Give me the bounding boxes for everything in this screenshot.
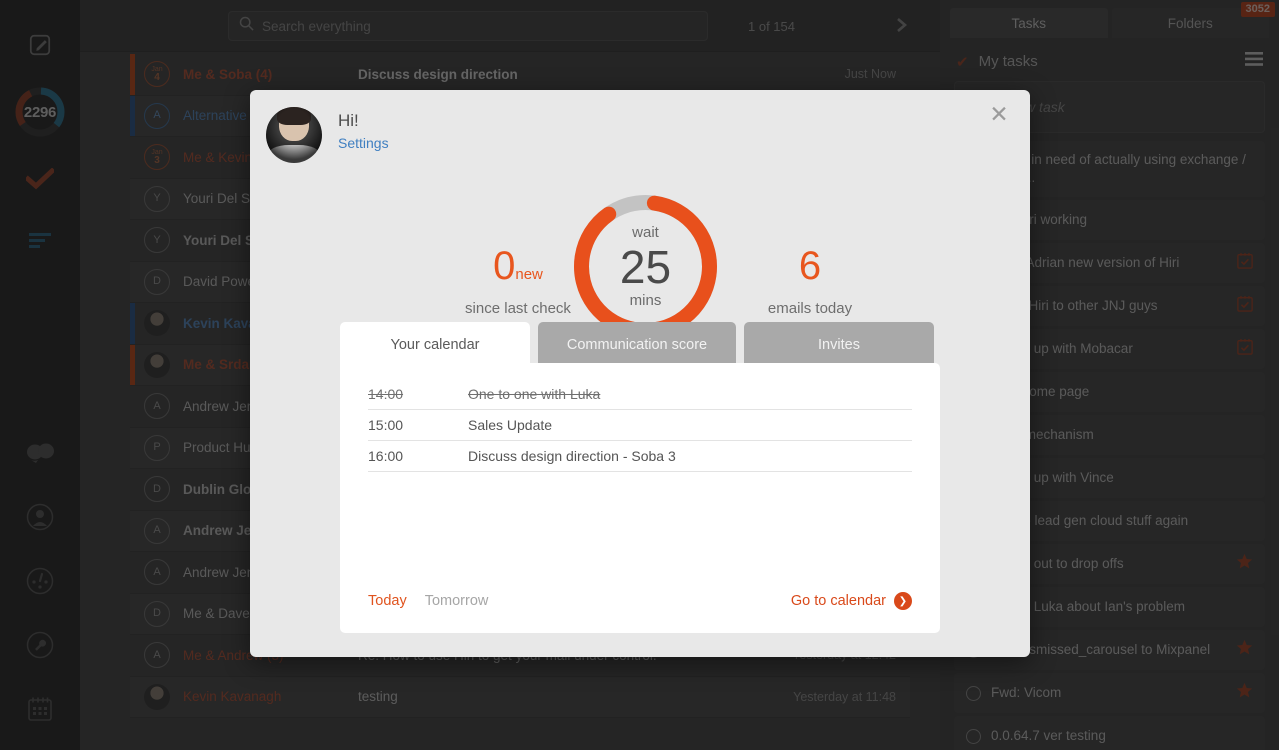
- modal-tabstrip: Your calendar Communication score Invite…: [340, 322, 934, 368]
- new-suffix: new: [515, 266, 543, 283]
- dashboard-modal: ✕ Hi! Settings 0new since last check wai…: [250, 90, 1030, 657]
- today-button[interactable]: Today: [368, 593, 407, 609]
- tab-your-calendar-label: Your calendar: [390, 337, 480, 353]
- donut-value: 25: [619, 241, 672, 294]
- event-time: 14:00: [368, 386, 404, 402]
- emails-caption: emails today: [767, 300, 853, 317]
- donut-top-label: wait: [632, 224, 659, 242]
- close-icon[interactable]: ✕: [984, 99, 1014, 129]
- chevron-right-icon: ❯: [894, 592, 912, 610]
- tab-invites[interactable]: Invites: [744, 322, 934, 368]
- event-name: Discuss design direction - Soba 3: [468, 448, 676, 464]
- calendar-panel: 14:00 One to one with Luka 15:00 Sales Upda…: [340, 363, 940, 633]
- go-to-calendar-label: Go to calendar: [790, 593, 886, 609]
- go-to-calendar-button[interactable]: Go to calendar ❯: [791, 592, 912, 610]
- calendar-footer: Today Tomorrow Go to calendar ❯: [340, 569, 940, 633]
- calendar-event-row[interactable]: 14:00 One to one with Luka: [368, 379, 912, 410]
- avatar: [266, 107, 322, 163]
- greeting-block: Hi! Settings: [266, 107, 389, 163]
- tab-communication-score-label: Communication score: [566, 337, 708, 353]
- new-count: 0: [493, 244, 516, 288]
- event-name: One to one with Luka: [468, 386, 601, 402]
- emails-count: 6: [798, 244, 822, 288]
- tab-your-calendar[interactable]: Your calendar: [340, 322, 530, 368]
- settings-link[interactable]: Settings: [338, 135, 389, 151]
- event-name: Sales Update: [468, 417, 553, 433]
- tab-communication-score[interactable]: Communication score: [538, 322, 736, 368]
- wait-time-donut-chart: wait 25 mins: [568, 189, 723, 344]
- calendar-event-row[interactable]: 15:00 Sales Update: [368, 410, 912, 441]
- emails-today-stat: 6 emails today: [720, 246, 900, 317]
- donut-unit: mins: [629, 291, 662, 309]
- event-time: 16:00: [368, 448, 404, 464]
- calendar-event-row[interactable]: 16:00 Discuss design direction - Soba 3: [368, 441, 912, 472]
- greeting-text: Hi!: [338, 111, 359, 130]
- tomorrow-button[interactable]: Tomorrow: [425, 593, 489, 609]
- app-window: 2296: [0, 0, 1279, 750]
- calendar-rows: 14:00 One to one with Luka 15:00 Sales Upda…: [340, 363, 940, 472]
- tab-invites-label: Invites: [818, 337, 860, 353]
- event-time: 15:00: [368, 417, 404, 433]
